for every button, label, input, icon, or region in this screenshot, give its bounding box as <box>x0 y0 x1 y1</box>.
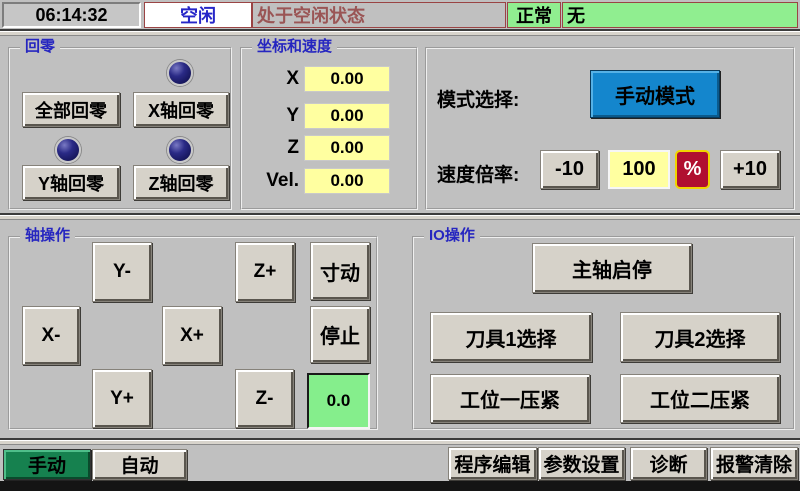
io-panel-title: IO操作 <box>424 227 480 245</box>
jog-x-plus-button[interactable]: X+ <box>162 306 222 365</box>
override-decrease-button[interactable]: -10 <box>540 150 599 189</box>
velocity-value: 0.00 <box>304 168 390 194</box>
stop-button[interactable]: 停止 <box>310 306 370 363</box>
tool1-select-button[interactable]: 刀具1选择 <box>430 312 592 362</box>
machine-state-display: 空闲 <box>144 2 252 28</box>
manual-mode-tab[interactable]: 手动 <box>3 449 91 480</box>
coords-panel-title: 坐标和速度 <box>252 38 337 56</box>
step-value-display: 0.0 <box>307 373 370 429</box>
y-coord-label: Y <box>242 103 299 129</box>
auto-mode-tab[interactable]: 自动 <box>92 449 187 480</box>
jog-z-plus-button[interactable]: Z+ <box>235 242 295 302</box>
spindle-start-stop-button[interactable]: 主轴启停 <box>532 243 692 293</box>
z-coord-value: 0.00 <box>304 135 390 161</box>
home-x-axis-button[interactable]: X轴回零 <box>133 92 229 127</box>
coord-row-z: Z 0.00 <box>242 135 416 161</box>
mode-override-panel: 模式选择: 手动模式 速度倍率: -10 100 % +10 <box>425 47 795 210</box>
x-coord-value: 0.00 <box>304 66 390 92</box>
manual-mode-button[interactable]: 手动模式 <box>590 70 720 118</box>
alarm-status-display: 正常 <box>507 2 561 28</box>
jog-z-minus-button[interactable]: Z- <box>235 369 294 428</box>
x-home-led-indicator <box>167 60 193 86</box>
alarm-clear-button[interactable]: 报警清除 <box>710 447 798 480</box>
parameter-settings-button[interactable]: 参数设置 <box>538 447 625 480</box>
mode-select-label: 模式选择: <box>437 85 519 112</box>
override-value-display: 100 <box>608 150 670 189</box>
velocity-label: Vel. <box>242 168 299 194</box>
mid-divider <box>0 213 800 220</box>
speed-override-label: 速度倍率: <box>437 160 519 187</box>
coord-row-y: Y 0.00 <box>242 103 416 129</box>
homing-panel: 回零 全部回零 X轴回零 Y轴回零 Z轴回零 <box>8 47 232 210</box>
coords-speed-panel: 坐标和速度 X 0.00 Y 0.00 Z 0.00 Vel. 0.00 <box>240 47 418 210</box>
tool2-select-button[interactable]: 刀具2选择 <box>620 312 780 362</box>
io-operation-panel: IO操作 主轴启停 刀具1选择 刀具2选择 工位一压紧 工位二压紧 <box>412 236 795 430</box>
y-coord-value: 0.00 <box>304 103 390 129</box>
x-coord-label: X <box>242 66 299 92</box>
axis-panel-title: 轴操作 <box>20 227 75 245</box>
coord-row-velocity: Vel. 0.00 <box>242 168 416 194</box>
homing-panel-title: 回零 <box>20 38 60 56</box>
coord-row-x: X 0.00 <box>242 66 416 92</box>
home-z-axis-button[interactable]: Z轴回零 <box>133 165 229 200</box>
diagnosis-button[interactable]: 诊断 <box>630 447 707 480</box>
axis-operation-panel: 轴操作 Y- Z+ 寸动 X- X+ 停止 Y+ Z- 0.0 <box>8 236 378 430</box>
z-coord-label: Z <box>242 135 299 161</box>
bottom-divider <box>0 438 800 445</box>
station1-clamp-button[interactable]: 工位一压紧 <box>430 374 590 423</box>
override-increase-button[interactable]: +10 <box>720 150 780 189</box>
jog-x-minus-button[interactable]: X- <box>22 306 80 365</box>
state-detail-display: 处于空闲状态 <box>252 2 506 28</box>
y-home-led-indicator <box>55 137 81 163</box>
top-divider <box>0 29 800 36</box>
override-percent-badge: % <box>675 150 710 189</box>
jog-y-minus-button[interactable]: Y- <box>92 242 152 302</box>
home-all-button[interactable]: 全部回零 <box>22 92 120 127</box>
z-home-led-indicator <box>167 137 193 163</box>
jog-y-plus-button[interactable]: Y+ <box>92 369 152 428</box>
clock-display: 06:14:32 <box>2 2 141 28</box>
inch-jog-mode-button[interactable]: 寸动 <box>310 242 370 300</box>
home-y-axis-button[interactable]: Y轴回零 <box>22 165 120 200</box>
alarm-message-display: 无 <box>562 2 798 28</box>
program-edit-button[interactable]: 程序编辑 <box>448 447 537 480</box>
station2-clamp-button[interactable]: 工位二压紧 <box>620 374 780 423</box>
bottom-black-strip <box>0 481 800 491</box>
